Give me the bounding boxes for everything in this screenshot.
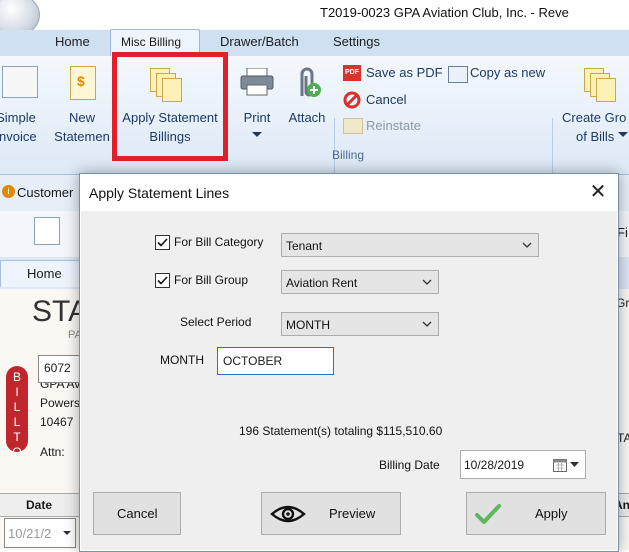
chevron-down-icon	[618, 132, 628, 137]
ribbon-panel: Simple Invoice $ New Statemen Apply Stat…	[0, 56, 629, 214]
new-statement-label-2: Statemen	[54, 129, 110, 144]
statement-icon: $	[70, 66, 96, 100]
date-cell-dropdown[interactable]: 10/21/2	[4, 518, 76, 548]
chevron-down-icon	[522, 242, 532, 248]
billing-date-picker[interactable]: 10/28/2019	[460, 450, 586, 479]
documents-icon	[584, 68, 616, 102]
print-label: Print	[243, 110, 271, 125]
invoice-icon	[2, 66, 38, 98]
dialog-title: Apply Statement Lines	[89, 185, 230, 201]
home-sub-tab-label: Home	[27, 266, 62, 281]
apply-statement-lines-dialog: Apply Statement Lines ✕ For Bill Categor…	[79, 173, 619, 552]
copy-as-new-label: Copy as new	[470, 65, 546, 80]
checkmark-icon	[157, 276, 168, 285]
tab-home[interactable]: Home	[55, 34, 90, 49]
tab-settings[interactable]: Settings	[333, 34, 380, 49]
bill-to-badge: BILLTO	[6, 366, 28, 459]
cancel-button[interactable]: Cancel	[93, 492, 181, 535]
billing-date-label: Billing Date	[379, 458, 440, 472]
attn-label: Attn:	[40, 445, 65, 459]
printer-icon	[240, 67, 274, 96]
chevron-down-icon[interactable]	[570, 462, 579, 468]
ribbon-tab-bar	[0, 30, 629, 56]
dialog-body: For Bill Category Tenant For Bill Group …	[81, 211, 617, 550]
billing-group-label: Billing	[332, 148, 365, 162]
eye-icon	[270, 505, 306, 523]
bill-category-value: Tenant	[286, 239, 323, 253]
account-number-value: 6072	[44, 361, 71, 375]
month-input[interactable]: OCTOBER	[217, 347, 334, 375]
chevron-down-icon	[63, 531, 71, 535]
preview-button-label: Preview	[329, 506, 376, 521]
month-label: MONTH	[160, 353, 204, 367]
save-as-pdf-label: Save as PDF	[366, 65, 443, 80]
apply-button-label: Apply	[535, 506, 568, 521]
chevron-down-icon	[422, 279, 432, 285]
address-line-2: Powers	[40, 396, 81, 410]
cancel-bill-label: Cancel	[366, 92, 407, 107]
select-period-select[interactable]: MONTH	[281, 312, 439, 336]
date-cell-value: 10/21/2	[8, 526, 52, 541]
customer-tab[interactable]: Customer	[17, 185, 73, 200]
bill-group-select[interactable]: Aviation Rent	[281, 270, 439, 294]
simple-invoice-label-2: Invoice	[0, 129, 37, 144]
paperclip-icon	[292, 66, 322, 100]
cancel-icon	[343, 91, 361, 109]
pdf-icon: PDF	[343, 65, 361, 81]
select-period-value: MONTH	[286, 318, 330, 332]
reinstate-icon	[343, 118, 363, 134]
bill-category-label: For Bill Category	[174, 235, 264, 249]
reinstate-label: Reinstate	[366, 118, 421, 133]
simple-invoice-label-1: Simple	[0, 110, 36, 125]
select-period-label: Select Period	[180, 315, 252, 329]
bill-category-checkbox[interactable]	[155, 235, 170, 250]
chevron-down-icon	[422, 321, 432, 327]
cancel-button-label: Cancel	[117, 506, 158, 521]
calendar-icon[interactable]	[553, 458, 567, 472]
chevron-down-icon	[252, 132, 262, 137]
create-group-label-1: Create Gro	[562, 110, 627, 125]
copy-icon	[448, 66, 468, 83]
home-sub-tab[interactable]: Home	[0, 260, 80, 287]
checkmark-icon	[157, 238, 168, 247]
checkmark-icon	[475, 504, 501, 524]
bill-group-checkbox[interactable]	[155, 273, 170, 288]
apply-button[interactable]: Apply	[466, 492, 606, 535]
window-title: T2019-0023 GPA Aviation Club, Inc. - Rev…	[320, 5, 569, 20]
tab-drawer-batch[interactable]: Drawer/Batch	[220, 34, 299, 49]
bill-category-select[interactable]: Tenant	[281, 233, 539, 257]
bill-group-value: Aviation Rent	[286, 276, 358, 290]
account-number-field[interactable]: 6072	[38, 355, 82, 383]
address-line-3: 10467	[40, 415, 74, 429]
month-value: OCTOBER	[223, 354, 283, 368]
tab-misc-billing-label: Misc Billing	[121, 35, 182, 49]
preview-button[interactable]: Preview	[261, 492, 401, 535]
info-icon: i	[2, 185, 15, 198]
billing-date-value: 10/28/2019	[464, 458, 525, 472]
new-statement-label-1: New	[68, 110, 95, 125]
close-icon[interactable]: ✕	[586, 180, 610, 204]
highlight-box	[112, 52, 228, 161]
date-column-header: Date	[26, 498, 53, 512]
attach-label: Attach	[288, 110, 326, 125]
bill-group-label: For Bill Group	[174, 273, 249, 287]
summary-text: 196 Statement(s) totaling $115,510.60	[239, 424, 443, 438]
new-document-icon[interactable]	[34, 217, 60, 245]
